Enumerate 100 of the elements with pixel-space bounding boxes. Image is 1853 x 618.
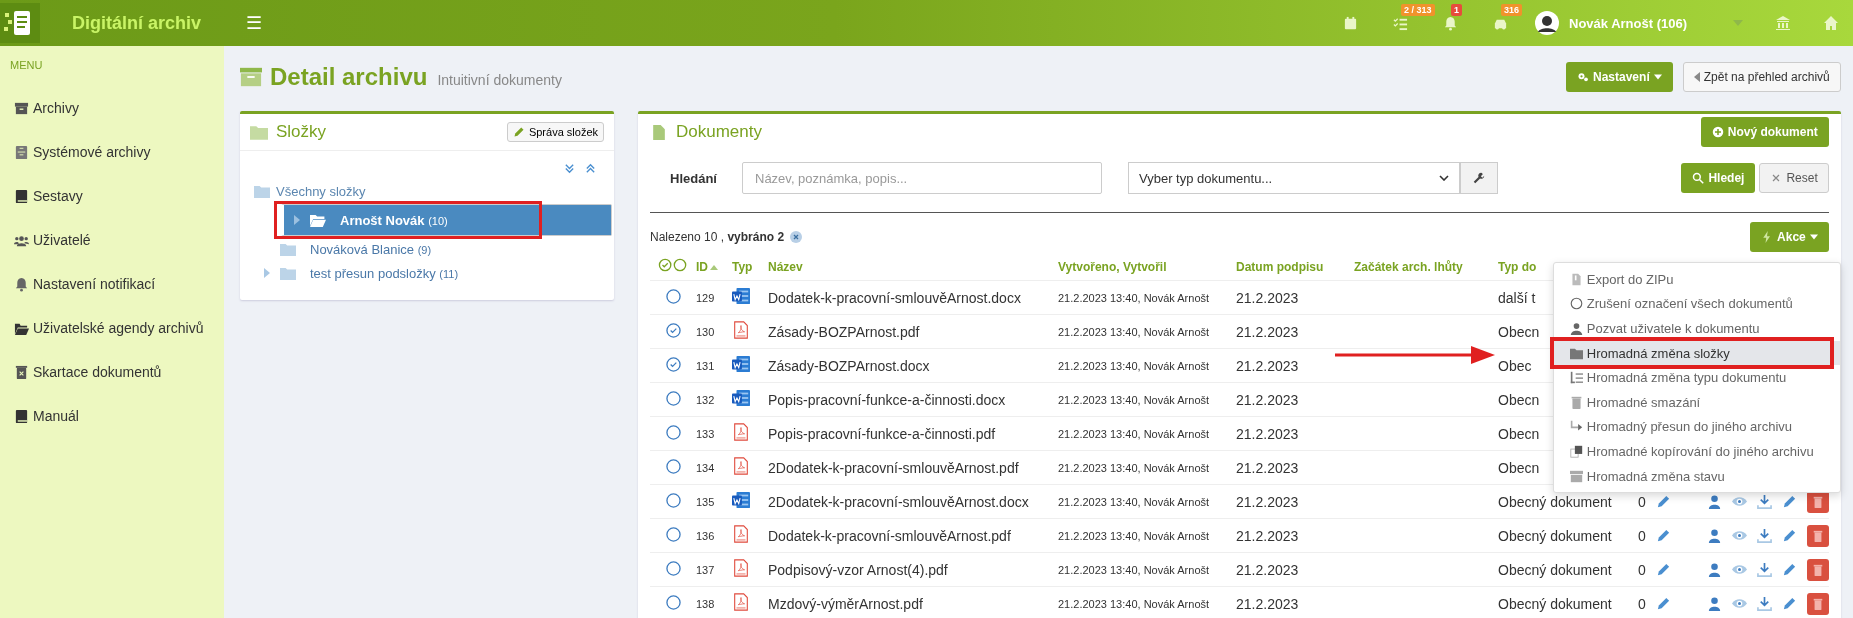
expand-all-icon[interactable] — [564, 163, 575, 174]
menu-item[interactable]: Hromadné kopírování do jiného archivu — [1553, 439, 1840, 464]
caret-icon — [1653, 74, 1662, 80]
created-cell: 21.2.2023 13:40, Novák Arnošt — [1058, 563, 1210, 576]
pencil-icon — [512, 126, 525, 138]
pencil-icon[interactable] — [1655, 562, 1671, 577]
reset-button[interactable]: Reset — [1759, 163, 1829, 193]
row-checkbox[interactable] — [666, 356, 681, 372]
delete-button[interactable] — [1806, 524, 1829, 547]
menu-item[interactable]: Hromadná změna složky — [1553, 340, 1840, 366]
wrench-button[interactable] — [1460, 162, 1498, 194]
row-checkbox[interactable] — [666, 424, 681, 440]
id-cell: 138 — [696, 597, 715, 610]
trash-icon — [1811, 529, 1824, 542]
download-icon[interactable] — [1756, 528, 1772, 543]
row-checkbox[interactable] — [666, 492, 681, 508]
eye-icon[interactable] — [1731, 528, 1747, 543]
id-cell: 133 — [696, 427, 715, 440]
menu-item[interactable]: Hromadné smazání — [1553, 389, 1840, 415]
menu-item[interactable]: Export do ZIPu — [1553, 267, 1840, 292]
clear-selection-icon[interactable] — [790, 231, 803, 243]
signed-date-cell: 21.2.2023 — [1236, 391, 1299, 408]
file-name-cell[interactable]: Dodatek-k-pracovní-smlouvěArnost.docx — [768, 289, 1021, 306]
sidebar-item[interactable]: Skartace dokumentů — [0, 350, 224, 394]
eye-icon[interactable] — [1731, 596, 1747, 611]
folder-icon — [280, 242, 296, 256]
pencil-icon[interactable] — [1781, 528, 1797, 543]
user-icon[interactable] — [1706, 528, 1722, 543]
tree-item[interactable]: test přesun podsložky (11) — [254, 262, 600, 284]
row-checkbox[interactable] — [666, 594, 681, 610]
menu-item[interactable]: Zrušení označení všech dokumentů — [1553, 291, 1840, 317]
logo-icon — [0, 0, 40, 46]
eye-icon[interactable] — [1731, 562, 1747, 577]
user-icon[interactable] — [1706, 494, 1722, 509]
signed-date-cell: 21.2.2023 — [1236, 323, 1299, 340]
back-button[interactable]: Zpět na přehled archivů — [1682, 62, 1841, 92]
user-icon[interactable] — [1706, 562, 1722, 577]
bell-icon[interactable] — [1442, 15, 1458, 31]
pencil-icon[interactable] — [1655, 596, 1671, 611]
collapse-all-icon[interactable] — [585, 163, 596, 174]
pencil-icon[interactable] — [1781, 562, 1797, 577]
tree-item[interactable]: Nováková Blanice (9) — [254, 238, 600, 260]
sidebar-item[interactable]: Archivy — [0, 86, 224, 130]
row-checkbox[interactable] — [666, 458, 681, 474]
menu-item[interactable]: Hromadný přesun do jiného archivu — [1553, 414, 1840, 440]
delete-button[interactable] — [1806, 592, 1829, 615]
sidebar-item[interactable]: Nastavení notifikací — [0, 262, 224, 306]
circle-icon — [1569, 297, 1583, 311]
sidebar-item[interactable]: Sestavy — [0, 174, 224, 218]
file-name-cell[interactable]: 2Dodatek-k-pracovní-smlouvěArnost.docx — [768, 493, 1029, 510]
signed-date-cell: 21.2.2023 — [1236, 561, 1299, 578]
document-type-cell: další t — [1498, 289, 1536, 306]
tree-item[interactable]: Všechny složky — [254, 180, 600, 202]
manage-folders-button[interactable]: Správa složek — [506, 122, 604, 142]
row-checkbox[interactable] — [666, 526, 681, 542]
document-type-select[interactable]: Vyber typ dokumentu... — [1128, 162, 1460, 194]
delete-button[interactable] — [1806, 558, 1829, 581]
avatar-icon[interactable] — [1535, 11, 1559, 35]
menu-button[interactable]: ☰ — [240, 12, 268, 34]
download-icon[interactable] — [1756, 494, 1772, 509]
file-name-cell[interactable]: 2Dodatek-k-pracovní-smlouvěArnost.pdf — [768, 459, 1019, 476]
pencil-icon[interactable] — [1781, 596, 1797, 611]
row-checkbox[interactable] — [666, 322, 681, 338]
id-cell: 136 — [696, 529, 715, 542]
trash-icon — [1811, 495, 1824, 508]
menu-item[interactable]: Hromadná změna stavu — [1553, 463, 1840, 489]
download-icon[interactable] — [1756, 596, 1772, 611]
pdf-file-icon — [732, 321, 750, 339]
user-icon[interactable] — [1706, 596, 1722, 611]
caret-left-icon — [1693, 72, 1700, 82]
result-summary: Nalezeno 10 , vybráno 2 — [650, 230, 785, 244]
folder-icon — [250, 124, 268, 140]
file-name-cell[interactable]: Dodatek-k-pracovní-smlouvěArnost.pdf — [768, 527, 1011, 544]
file-name-cell[interactable]: Podpisový-vzor Arnost(4).pdf — [768, 561, 948, 578]
eye-icon[interactable] — [1731, 494, 1747, 509]
panel-title: Dokumenty — [676, 122, 762, 142]
file-name-cell[interactable]: Popis-pracovní-funkce-a-činnosti.docx — [768, 391, 1006, 408]
sidebar-item[interactable]: Uživatelé — [0, 218, 224, 262]
menu-item[interactable]: Pozvat uživatele k dokumentu — [1553, 316, 1840, 341]
search-field[interactable]: Název, poznámka, popis... — [742, 162, 1102, 194]
file-name-cell[interactable]: Mzdový-výměrArnost.pdf — [768, 595, 923, 612]
sidebar-item[interactable]: Uživatelské agendy archivů — [0, 306, 224, 350]
menu-item[interactable]: Hromadná změna typu dokumentu — [1553, 365, 1840, 390]
file-name-cell[interactable]: Zásady-BOZPArnost.pdf — [768, 323, 920, 340]
folder-icon — [1569, 346, 1583, 360]
folder-icon — [254, 184, 270, 198]
file-name-cell[interactable]: Zásady-BOZPArnost.docx — [768, 357, 930, 374]
row-checkbox[interactable] — [666, 390, 681, 406]
document-type-cell: Obecn — [1498, 425, 1540, 442]
book-icon — [14, 408, 29, 424]
file-name-cell[interactable]: Popis-pracovní-funkce-a-činnosti.pdf — [768, 425, 996, 442]
word-document-icon — [732, 355, 750, 373]
row-checkbox[interactable] — [666, 560, 681, 576]
sidebar-item[interactable]: Manuál — [0, 394, 224, 438]
select-all-icon[interactable] — [658, 257, 688, 272]
row-checkbox[interactable] — [666, 288, 681, 304]
created-cell: 21.2.2023 13:40, Novák Arnošt — [1058, 325, 1210, 338]
sidebar-item[interactable]: Systémové archivy — [0, 130, 224, 174]
pencil-icon[interactable] — [1655, 528, 1671, 543]
download-icon[interactable] — [1756, 562, 1772, 577]
